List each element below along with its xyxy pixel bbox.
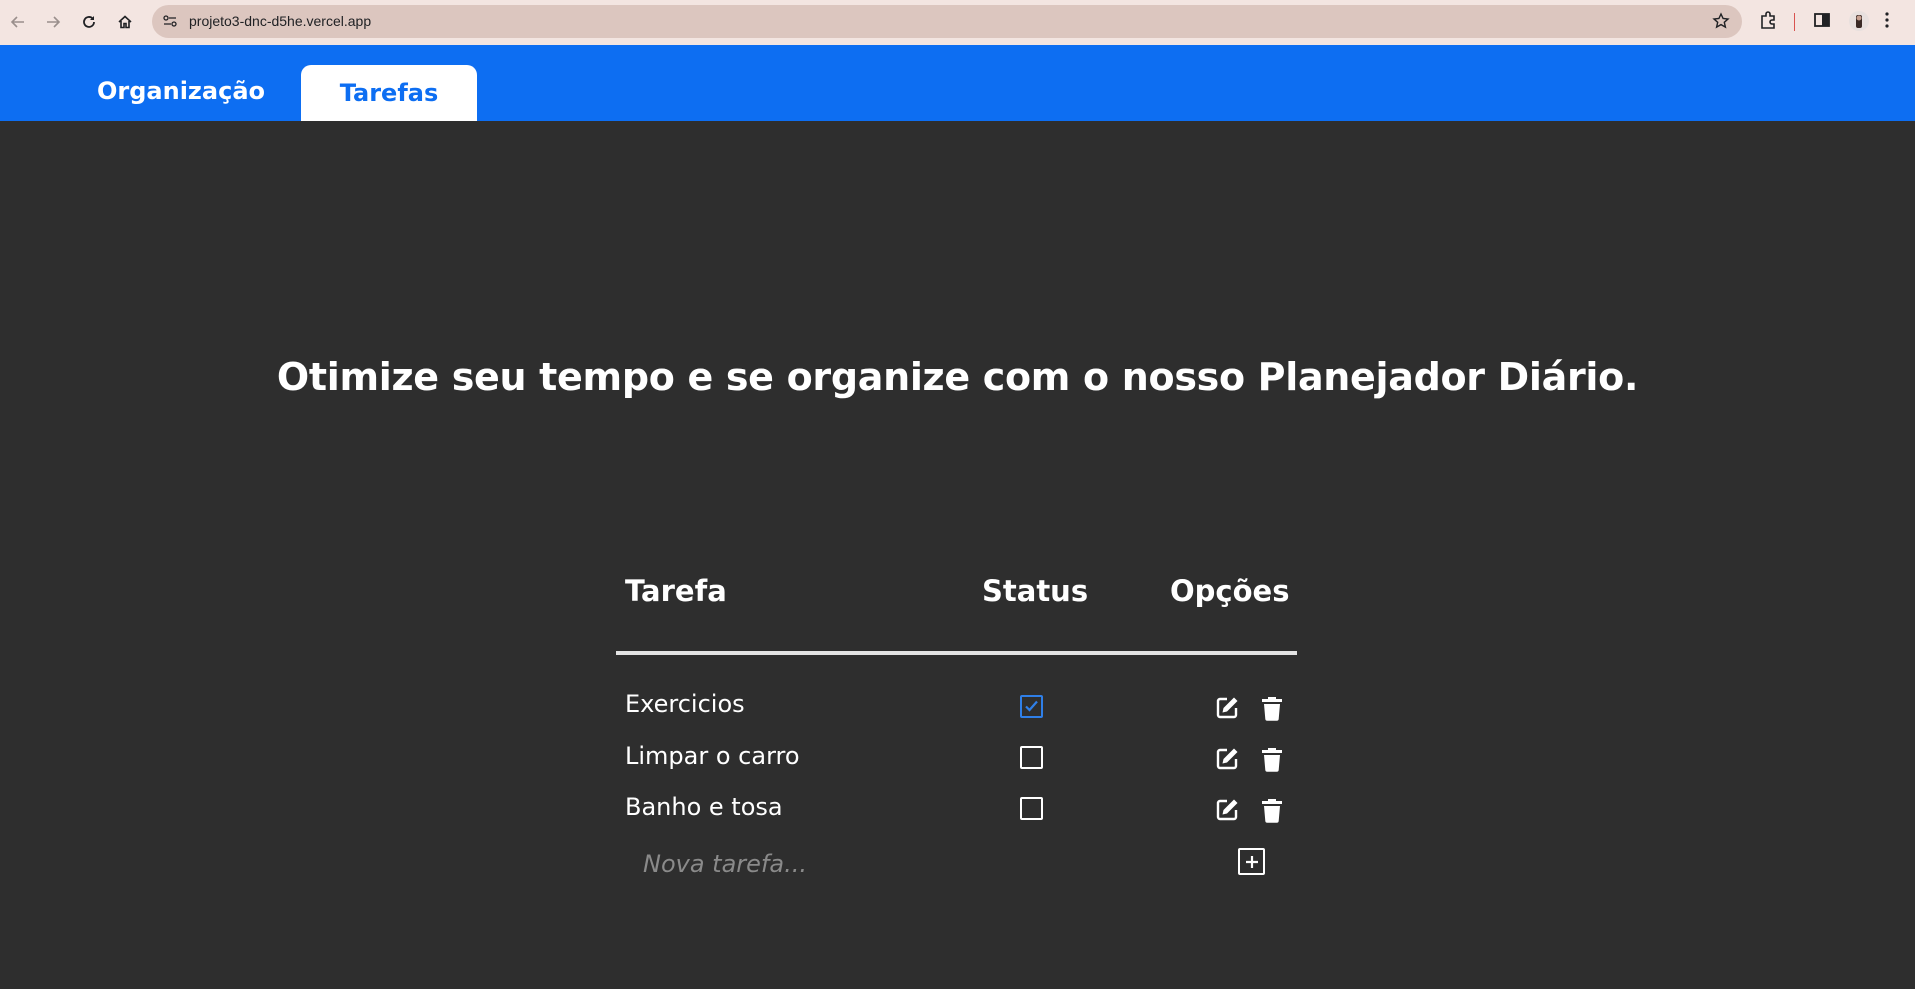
site-settings-icon[interactable] [162,13,178,33]
arrow-right-icon [47,16,61,28]
home-icon [118,15,132,29]
task-status-checkbox[interactable] [1020,695,1043,718]
app-header: Organização Tarefas [0,45,1915,121]
task-status-checkbox[interactable] [1020,746,1043,769]
browser-toolbar: projeto3-dnc-d5he.vercel.app [0,0,1915,45]
task-status-checkbox[interactable] [1020,797,1043,820]
table-divider [616,651,1297,655]
reload-icon [83,16,95,28]
profile-avatar[interactable] [1848,10,1870,36]
task-name: Limpar o carro [625,742,800,770]
url-text[interactable]: projeto3-dnc-d5he.vercel.app [189,13,371,29]
extensions-icon[interactable] [1758,10,1778,34]
plus-square-icon [1245,855,1258,868]
delete-button[interactable] [1259,797,1285,823]
toolbar-divider [1794,13,1795,31]
task-name: Exercicios [625,690,745,718]
page-headline: Otimize seu tempo e se organize com o no… [276,355,1639,399]
reload-button[interactable] [78,11,100,33]
bookmark-star-icon[interactable] [1712,12,1730,34]
trash-icon [1262,799,1282,823]
home-button[interactable] [114,11,136,33]
edit-button[interactable] [1214,797,1240,823]
edit-button[interactable] [1214,746,1240,772]
tab-tarefas[interactable]: Tarefas [301,65,477,121]
column-header-tarefa: Tarefa [625,574,727,608]
more-menu-icon[interactable] [1884,10,1890,34]
edit-icon [1216,748,1238,770]
trash-icon [1262,748,1282,772]
edit-icon [1216,799,1238,821]
add-task-button[interactable] [1238,848,1265,875]
tab-organizacao[interactable]: Organização [97,77,265,105]
arrow-left-icon [10,16,24,28]
address-bar[interactable]: projeto3-dnc-d5he.vercel.app [152,5,1742,38]
delete-button[interactable] [1259,695,1285,721]
column-header-status: Status [982,574,1089,608]
forward-button[interactable] [42,11,64,33]
trash-icon [1262,697,1282,721]
column-header-opcoes: Opções [1170,574,1290,608]
check-square-icon [1025,700,1038,712]
side-panel-icon[interactable] [1812,10,1832,34]
new-task-input[interactable] [625,847,1005,881]
delete-button[interactable] [1259,746,1285,772]
edit-icon [1216,697,1238,719]
edit-button[interactable] [1214,695,1240,721]
task-name: Banho e tosa [625,793,783,821]
back-button[interactable] [7,11,29,33]
